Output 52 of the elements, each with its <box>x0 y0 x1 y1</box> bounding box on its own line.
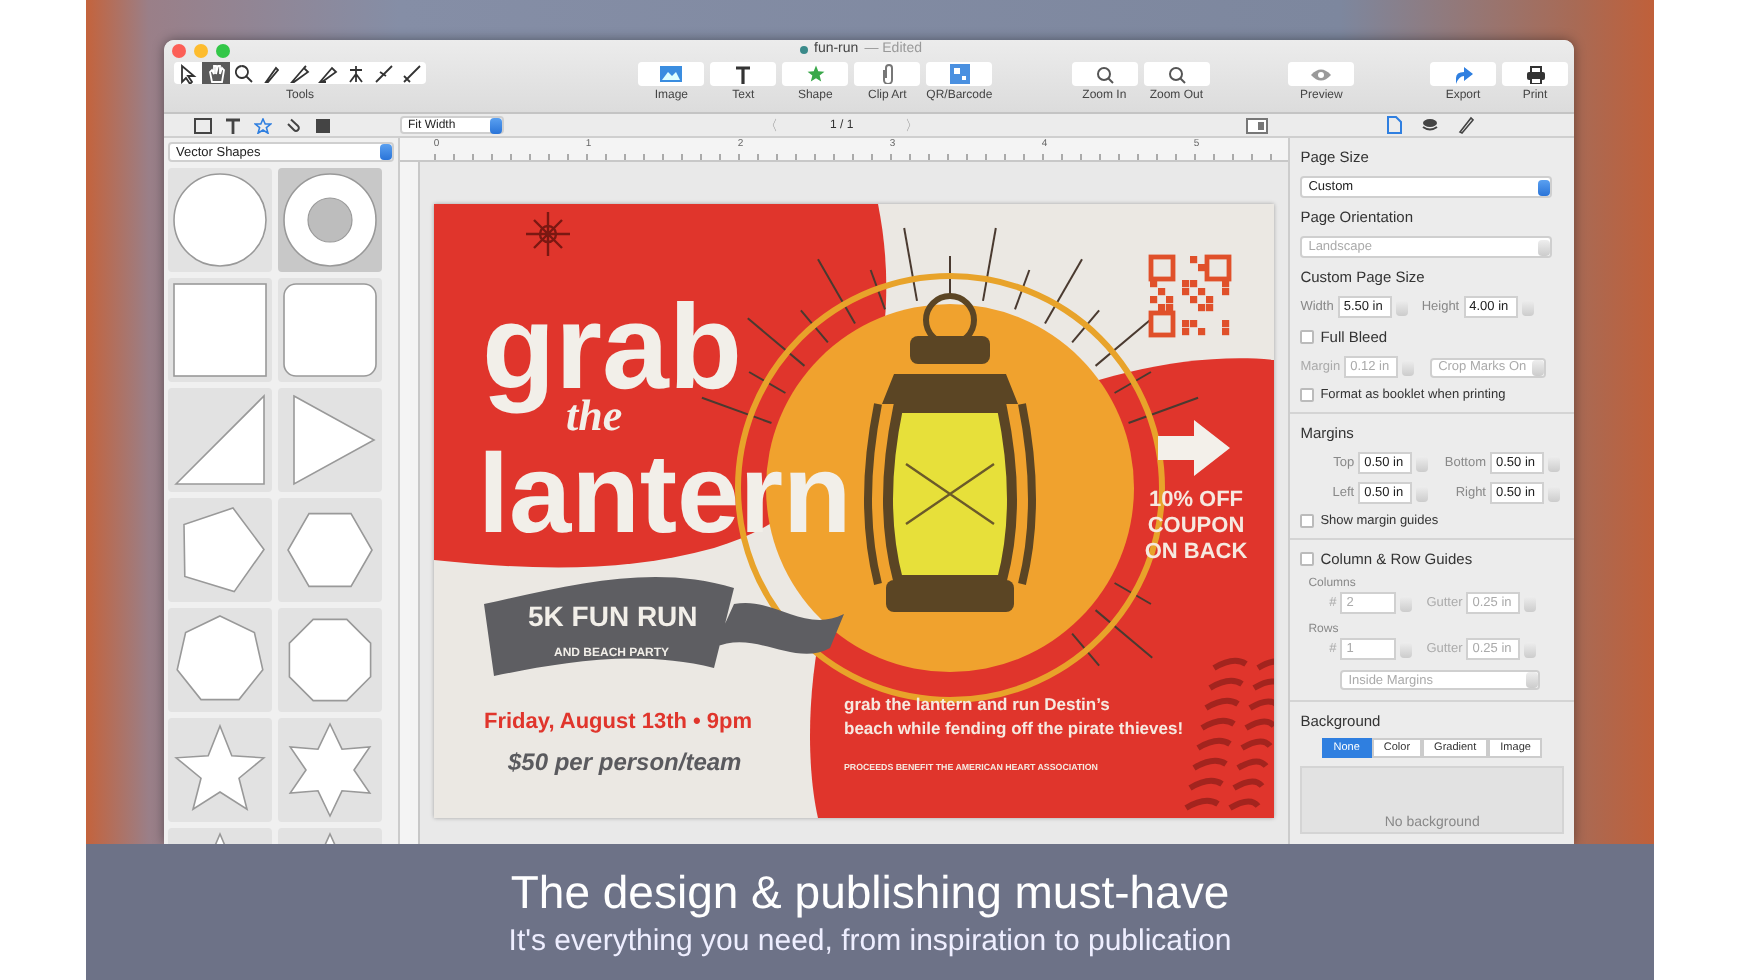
qr-code-icon <box>949 64 970 84</box>
circle-shape[interactable] <box>168 168 272 272</box>
star5-shape[interactable] <box>168 718 272 822</box>
stepper-icon <box>379 144 392 160</box>
ring-shape[interactable] <box>278 168 382 272</box>
stepper-icon <box>490 117 502 133</box>
pencil-tool[interactable] <box>314 62 342 84</box>
line-tool[interactable] <box>370 62 398 84</box>
paperclip-tab[interactable] <box>284 117 302 133</box>
document-tab[interactable] <box>1386 116 1402 134</box>
stepper-icon[interactable] <box>1395 299 1408 315</box>
hand-tool[interactable] <box>202 62 230 84</box>
paperclip-icon <box>879 64 896 84</box>
star-tab[interactable] <box>254 117 272 133</box>
line-tool[interactable] <box>398 62 426 84</box>
printer-icon <box>1525 65 1545 83</box>
sidebar-toggle-icon[interactable] <box>1246 117 1268 133</box>
stepper-icon <box>1538 179 1551 195</box>
stepper-icon <box>1538 239 1551 255</box>
booklet-checkbox[interactable] <box>1300 388 1315 402</box>
square-shape[interactable] <box>168 278 272 382</box>
star6-shape[interactable] <box>278 718 382 822</box>
caption-subtitle: It's everything you need, from inspiration to publication <box>508 924 1232 958</box>
star-icon <box>805 64 826 84</box>
pencil-tab[interactable] <box>1458 116 1474 134</box>
zoom-out-icon <box>1167 65 1186 83</box>
text-tab[interactable] <box>224 117 242 133</box>
search-tool[interactable] <box>230 62 258 84</box>
caption-title: The design & publishing must-have <box>510 866 1230 920</box>
share-arrow-icon <box>1453 65 1473 83</box>
event-price: $50 per person/team <box>507 748 742 776</box>
close-button[interactable] <box>172 44 186 58</box>
eye-icon <box>1310 67 1333 81</box>
margin-guides-checkbox[interactable] <box>1300 514 1315 528</box>
event-date: Friday, August 13th • 9pm <box>483 710 752 734</box>
qr-code-tab[interactable] <box>314 117 332 133</box>
image-icon <box>660 66 683 82</box>
layers-tab[interactable] <box>1422 116 1438 134</box>
stepper-icon[interactable] <box>1521 299 1534 315</box>
rounded-square-shape[interactable] <box>278 278 382 382</box>
minimize-button[interactable] <box>194 44 208 58</box>
arrow-icon <box>1157 420 1230 476</box>
text-icon <box>734 65 753 83</box>
qr-code-icon <box>1148 254 1232 338</box>
stepper-icon <box>1532 359 1545 375</box>
banner-title: 5K FUN RUN <box>527 600 698 632</box>
zoom-in-icon <box>1095 65 1114 83</box>
pencil-tool[interactable] <box>286 62 314 84</box>
zoom-button[interactable] <box>216 44 230 58</box>
document-icon <box>800 45 808 53</box>
heptagon-shape[interactable] <box>168 608 272 712</box>
image-tab[interactable] <box>194 117 212 133</box>
